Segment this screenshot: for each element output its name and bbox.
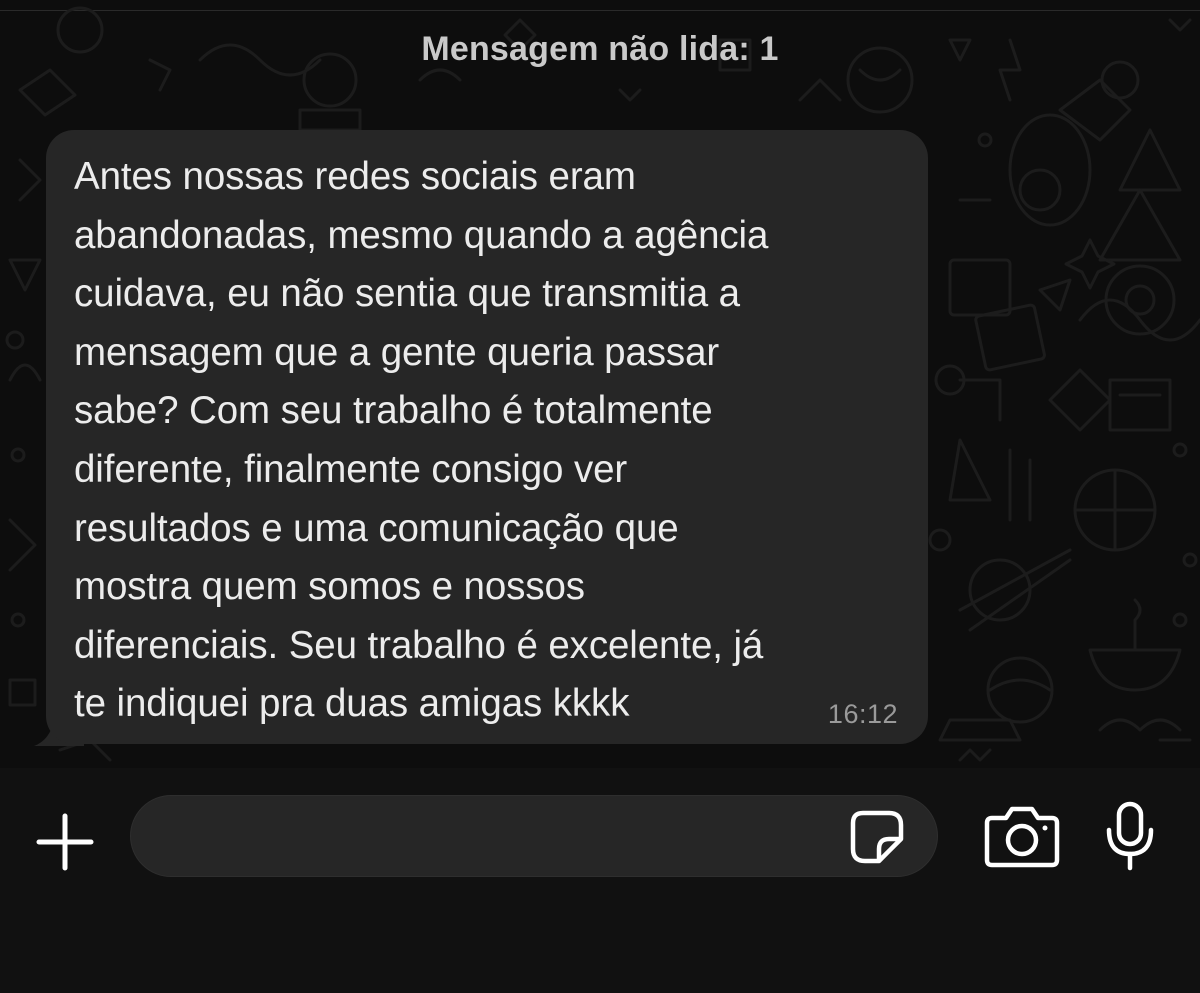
- incoming-message-bubble[interactable]: Antes nossas redes sociais eram abandona…: [46, 130, 928, 744]
- sticker-icon: [850, 810, 904, 864]
- attach-button[interactable]: [30, 806, 100, 876]
- compose-bar: [0, 768, 1200, 993]
- plus-icon: [36, 813, 94, 871]
- microphone-button[interactable]: [1100, 800, 1160, 872]
- camera-button[interactable]: [984, 804, 1060, 868]
- whatsapp-chat-screen: Mensagem não lida: 1 Antes nossas redes …: [0, 0, 1200, 993]
- message-timestamp: 16:12: [827, 699, 898, 729]
- message-list[interactable]: Mensagem não lida: 1 Antes nossas redes …: [0, 0, 1200, 768]
- message-text: Antes nossas redes sociais eram abandona…: [74, 155, 769, 726]
- message-input[interactable]: [159, 796, 843, 878]
- microphone-icon: [1106, 801, 1154, 871]
- message-input-field[interactable]: [130, 795, 938, 878]
- camera-icon: [984, 806, 1060, 868]
- unread-messages-banner: Mensagem não lida: 1: [421, 30, 779, 68]
- sticker-button[interactable]: [849, 809, 905, 865]
